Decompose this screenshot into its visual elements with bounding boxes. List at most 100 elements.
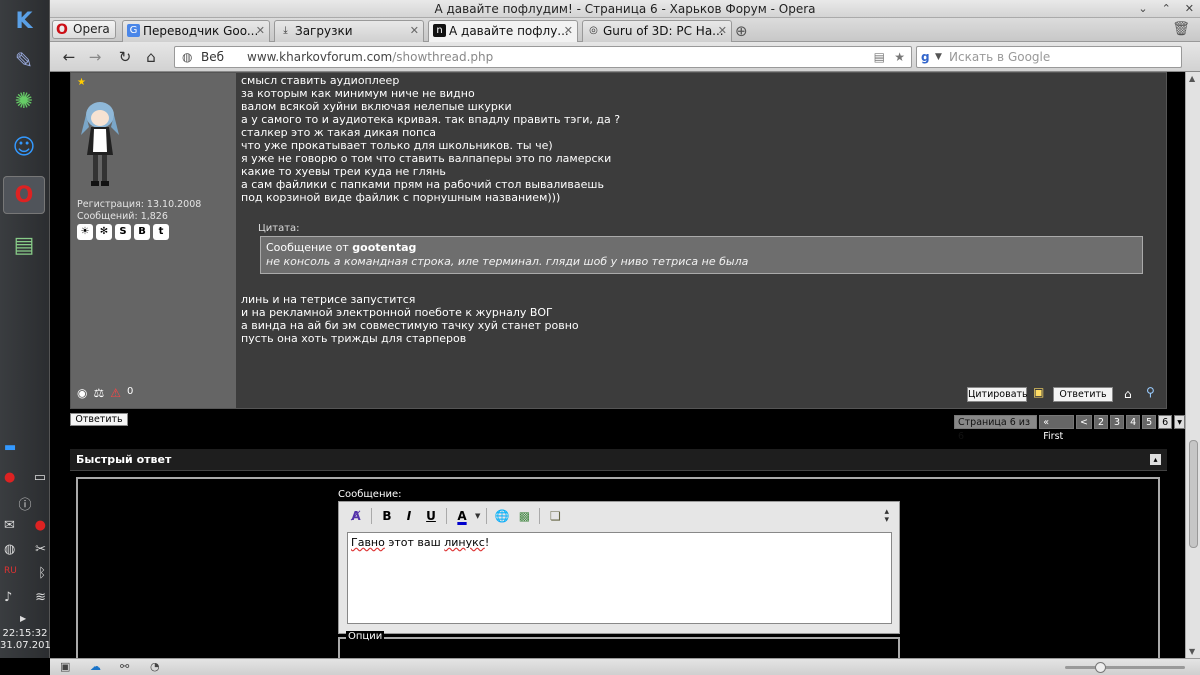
- social-blog-icon[interactable]: B: [134, 224, 150, 240]
- thread-reply-button[interactable]: Ответить: [70, 413, 128, 426]
- window-switch-icon[interactable]: ▬: [4, 440, 16, 455]
- social-flower-icon[interactable]: ✻: [96, 224, 112, 240]
- volume-icon[interactable]: ♪: [4, 590, 12, 605]
- underline-icon[interactable]: U: [422, 507, 440, 525]
- scroll-up-icon[interactable]: ▲: [1189, 74, 1195, 83]
- user-avatar[interactable]: [79, 97, 121, 189]
- home-icon[interactable]: ⌂: [142, 48, 160, 66]
- scroll-down-icon[interactable]: ▼: [1189, 647, 1195, 656]
- message-textarea[interactable]: Гавно этот ваш линукс!: [347, 532, 892, 624]
- social-skype-icon[interactable]: S: [115, 224, 131, 240]
- opera-unite-cloud-icon[interactable]: ☁: [90, 660, 101, 673]
- search-placeholder: Искать в Google: [949, 50, 1051, 64]
- opera-link-icon[interactable]: ⚯: [120, 660, 129, 673]
- network-icon[interactable]: ◍: [4, 542, 15, 557]
- social-twitter-icon[interactable]: t: [153, 224, 169, 240]
- chat-client-icon[interactable]: ☺: [3, 128, 45, 166]
- scrollbar-thumb[interactable]: [1189, 440, 1198, 548]
- forward-icon[interactable]: →: [86, 48, 104, 66]
- bookmark-star-icon[interactable]: ★: [894, 47, 905, 67]
- window-close-icon[interactable]: ✕: [1185, 0, 1194, 18]
- editor-resize-icon[interactable]: ▴ ▾: [884, 508, 889, 525]
- record-icon[interactable]: ●: [35, 518, 46, 533]
- tab-forum[interactable]: nА давайте пофлу... ✕: [428, 20, 578, 42]
- italic-icon[interactable]: I: [400, 507, 418, 525]
- quote-box: Сообщение от gootentag не консоль а кома…: [260, 236, 1143, 274]
- keyboard-layout-icon[interactable]: RU: [4, 566, 17, 581]
- window-maximize-icon[interactable]: ⌃: [1162, 0, 1171, 18]
- insert-link-icon[interactable]: 🌐: [493, 507, 511, 525]
- tab-close-icon[interactable]: ✕: [564, 21, 573, 41]
- multiquote-icon[interactable]: ▣: [1033, 385, 1044, 399]
- address-url[interactable]: www.kharkovforum.com/showthread.php: [247, 47, 493, 67]
- system-monitor-icon[interactable]: ▤: [3, 226, 45, 264]
- page-link[interactable]: 4: [1126, 415, 1141, 429]
- font-color-dropdown-icon[interactable]: ▼: [475, 512, 480, 520]
- tab-close-icon[interactable]: ✕: [410, 21, 419, 41]
- back-icon[interactable]: ←: [60, 48, 78, 66]
- collapse-toggle-icon[interactable]: ▴: [1150, 454, 1161, 465]
- quote-author[interactable]: gootentag: [352, 241, 416, 254]
- quick-reply-icon[interactable]: ⌂: [1124, 387, 1132, 401]
- page-scrollbar[interactable]: ▲ ▼: [1185, 72, 1200, 658]
- page-prev-link[interactable]: <: [1076, 415, 1092, 429]
- page-link[interactable]: 2: [1093, 415, 1109, 429]
- page-first-link[interactable]: « First: [1039, 415, 1075, 442]
- search-engine-dropdown-icon[interactable]: ▼: [935, 47, 942, 67]
- status-bar: ▣ ☁ ⚯ ◔: [50, 658, 1200, 675]
- tab-close-icon[interactable]: ✕: [256, 21, 265, 41]
- insert-image-icon[interactable]: ▩: [515, 507, 533, 525]
- info-icon[interactable]: ⓘ: [18, 494, 31, 513]
- closed-tabs-trash-icon[interactable]: 🗑: [1172, 21, 1190, 37]
- address-web-label[interactable]: Веб: [201, 47, 224, 67]
- reputation-icon[interactable]: ◉: [77, 386, 87, 400]
- post-reply-button[interactable]: Ответить: [1053, 387, 1113, 402]
- search-field[interactable]: g ▼ Искать в Google: [916, 46, 1182, 68]
- kde-menu-icon[interactable]: K: [3, 2, 45, 40]
- opera-menu-button[interactable]: O Opera: [52, 20, 116, 39]
- rss-feed-icon[interactable]: ▤: [874, 47, 885, 67]
- mail-icon[interactable]: ✉: [4, 518, 15, 533]
- post-line: что уже прокатывает только для школьнико…: [241, 139, 553, 152]
- speed-dial-icon[interactable]: ◔: [150, 660, 160, 673]
- tab-close-icon[interactable]: ✕: [718, 21, 727, 41]
- settings-gear-icon[interactable]: ✺: [3, 82, 45, 120]
- quick-reply-panel: Сообщение: A̸ B I U A ▼ 🌐 ▩ ❏ ▴ ▾ Гавно …: [76, 477, 1160, 658]
- reload-icon[interactable]: ↻: [116, 48, 134, 66]
- zoom-slider-knob[interactable]: [1095, 662, 1106, 673]
- post-line: линь и на тетрисе запустится: [241, 293, 416, 306]
- font-color-icon[interactable]: A: [453, 507, 471, 525]
- new-tab-icon[interactable]: ⊕: [735, 22, 748, 40]
- tab-translator[interactable]: G Переводчик Goo... ✕: [122, 20, 270, 42]
- window-minimize-icon[interactable]: ⌄: [1138, 0, 1147, 18]
- expand-tray-icon[interactable]: ▶: [20, 614, 26, 623]
- zoom-slider[interactable]: [1065, 662, 1185, 673]
- address-domain: www.kharkovforum.com: [247, 50, 393, 64]
- user-profile-icon[interactable]: ⚲: [1146, 385, 1155, 399]
- ip-icon[interactable]: 0: [127, 386, 133, 400]
- app-launcher-icon[interactable]: ✎: [3, 42, 45, 80]
- wifi-icon[interactable]: ≋: [35, 590, 46, 605]
- tab-downloads[interactable]: ⤓ Загрузки ✕: [274, 20, 424, 42]
- clock[interactable]: 22:15:32 31.07.2012: [0, 628, 57, 652]
- bluetooth-icon[interactable]: ᛒ: [38, 566, 46, 581]
- quote-button[interactable]: Цитировать: [967, 387, 1028, 402]
- scissors-icon[interactable]: ✂: [35, 542, 46, 557]
- google-search-engine-icon[interactable]: g: [921, 47, 930, 67]
- scales-icon[interactable]: ⚖: [93, 386, 104, 400]
- insert-quote-icon[interactable]: ❏: [546, 507, 564, 525]
- window-titlebar[interactable]: А давайте пофлудим! - Страница 6 - Харьк…: [50, 0, 1200, 18]
- tab-guru3d[interactable]: ◎ Guru of 3D: PC Ha... ✕: [582, 20, 732, 42]
- opera-mail-icon[interactable]: ●: [4, 470, 15, 485]
- remove-format-icon[interactable]: A̸: [347, 507, 365, 525]
- bold-icon[interactable]: B: [378, 507, 396, 525]
- social-weather-icon[interactable]: ☀: [77, 224, 93, 240]
- page-jump-icon[interactable]: ▾: [1174, 415, 1185, 429]
- report-warning-icon[interactable]: ⚠: [110, 386, 121, 400]
- opera-task-icon[interactable]: O: [3, 176, 45, 214]
- page-link[interactable]: 3: [1110, 415, 1125, 429]
- address-field[interactable]: ◍ Веб www.kharkovforum.com/showthread.ph…: [174, 46, 912, 68]
- panels-toggle-icon[interactable]: ▣: [60, 660, 70, 673]
- user-social-links: ☀ ✻ S B t: [77, 224, 169, 240]
- page-link[interactable]: 5: [1142, 415, 1157, 429]
